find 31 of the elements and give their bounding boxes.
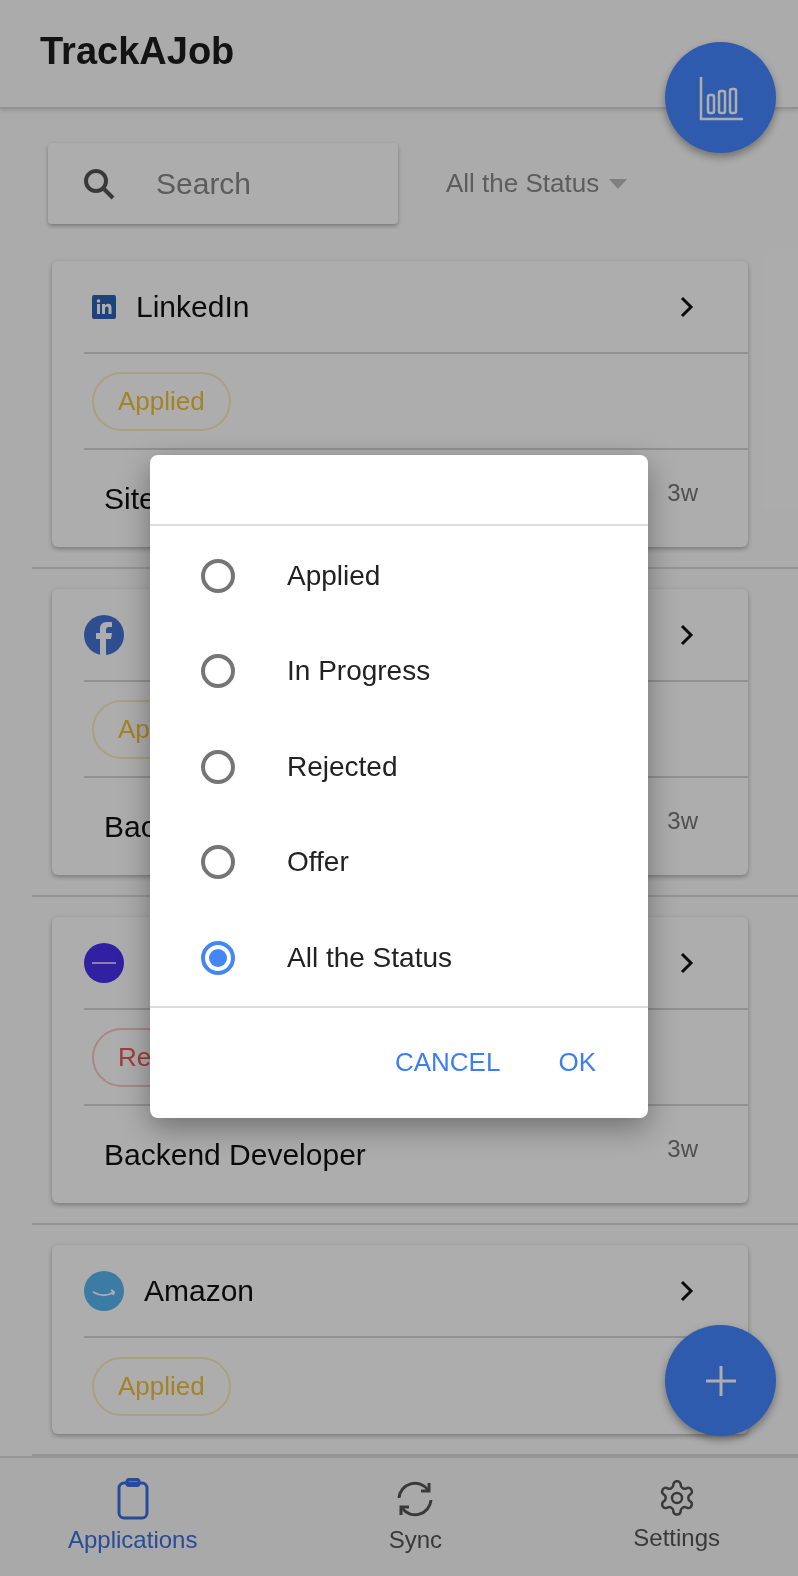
application-card[interactable]: Amazon Applied xyxy=(52,1245,748,1434)
status-badge: Applied xyxy=(92,1356,231,1416)
search-field[interactable]: Search xyxy=(154,165,358,202)
plus-icon xyxy=(703,1363,738,1398)
status-badge: Applied xyxy=(92,371,231,431)
chevron-right-icon[interactable] xyxy=(680,295,694,318)
nav-tab[interactable]: Applications xyxy=(62,1458,204,1576)
dropdown-caret-icon xyxy=(609,178,628,189)
time-ago: 3w xyxy=(667,806,698,835)
search-icon xyxy=(82,166,116,201)
clipboard-icon xyxy=(116,1478,149,1520)
nav-tab[interactable]: Sync xyxy=(382,1458,449,1576)
company-name: Amazon xyxy=(144,1273,255,1308)
bar-chart-icon xyxy=(697,74,744,121)
logo-icon xyxy=(84,942,124,983)
chevron-right-icon[interactable] xyxy=(680,951,694,974)
company-name: LinkedIn xyxy=(136,289,250,324)
chevron-right-icon[interactable] xyxy=(680,1279,694,1302)
status-option[interactable]: Offer xyxy=(150,814,648,910)
job-position: Backend Developer xyxy=(104,1137,366,1172)
amazon-logo-icon xyxy=(84,1270,124,1311)
facebook-logo-icon xyxy=(84,614,124,655)
app-title: TrackAJob xyxy=(40,30,235,73)
dialog-button[interactable]: CANCEL xyxy=(390,1039,505,1086)
linkedin-logo-icon xyxy=(92,294,116,319)
chevron-right-icon[interactable] xyxy=(680,623,694,646)
status-option[interactable]: All the Status xyxy=(150,910,648,1006)
dialog-button[interactable]: OK xyxy=(554,1039,600,1086)
time-ago: 3w xyxy=(667,478,698,507)
time-ago: 3w xyxy=(667,1134,698,1163)
nav-tab[interactable]: Settings xyxy=(627,1458,726,1576)
